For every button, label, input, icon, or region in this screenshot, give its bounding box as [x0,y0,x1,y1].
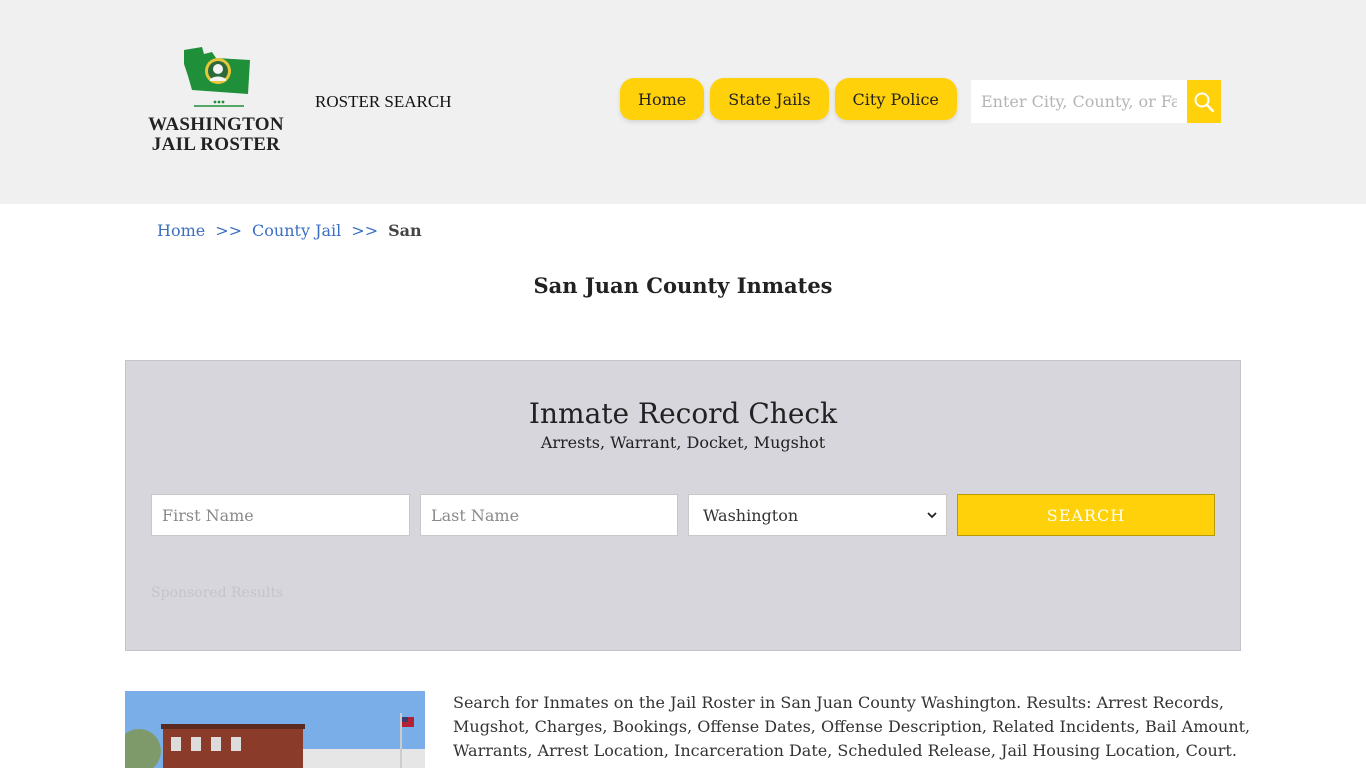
inmate-record-check-panel: Inmate Record Check Arrests, Warrant, Do… [125,360,1241,651]
jail-building-photo [125,691,425,768]
record-search-button[interactable]: SEARCH [957,494,1215,536]
site-search [971,80,1221,123]
site-search-button[interactable] [1187,80,1221,123]
panel-title: Inmate Record Check [528,397,838,430]
logo-text-line1: WASHINGTON [148,114,284,135]
breadcrumb-county-jail[interactable]: County Jail [252,221,341,240]
panel-subtitle: Arrests, Warrant, Docket, Mugshot [540,433,826,452]
state-select-value: Washington [703,505,799,525]
chevron-down-icon [927,512,937,519]
nav-tab-home[interactable]: Home [620,78,705,120]
search-icon [1194,92,1215,112]
site-logo[interactable]: WASHINGTON JAIL ROSTER [148,44,288,160]
page-title: San Juan County Inmates [533,273,833,298]
breadcrumb-separator: >> [351,221,379,240]
nav-tab-state-jails[interactable]: State Jails [710,78,829,120]
sponsored-results-label: Sponsored Results [151,585,284,601]
last-name-input[interactable] [420,494,678,536]
site-search-input[interactable] [971,80,1187,123]
first-name-input[interactable] [151,494,410,536]
nav-tab-city-police[interactable]: City Police [834,78,957,120]
breadcrumb: Home >> County Jail >> San [157,221,422,240]
roster-search-link[interactable]: ROSTER SEARCH [315,92,452,112]
logo-text-line2: JAIL ROSTER [151,134,281,155]
logo-divider-icon [194,100,244,107]
breadcrumb-home[interactable]: Home [157,221,205,240]
state-select[interactable]: Washington [688,494,947,536]
building-image [125,691,425,768]
site-header: WASHINGTON JAIL ROSTER ROSTER SEARCH Hom… [0,0,1366,204]
county-description: Search for Inmates on the Jail Roster in… [453,693,1251,760]
breadcrumb-separator: >> [215,221,243,240]
breadcrumb-current: San [388,221,422,240]
main-nav: Home State Jails City Police [620,78,963,120]
washington-state-seal-icon [184,47,250,94]
